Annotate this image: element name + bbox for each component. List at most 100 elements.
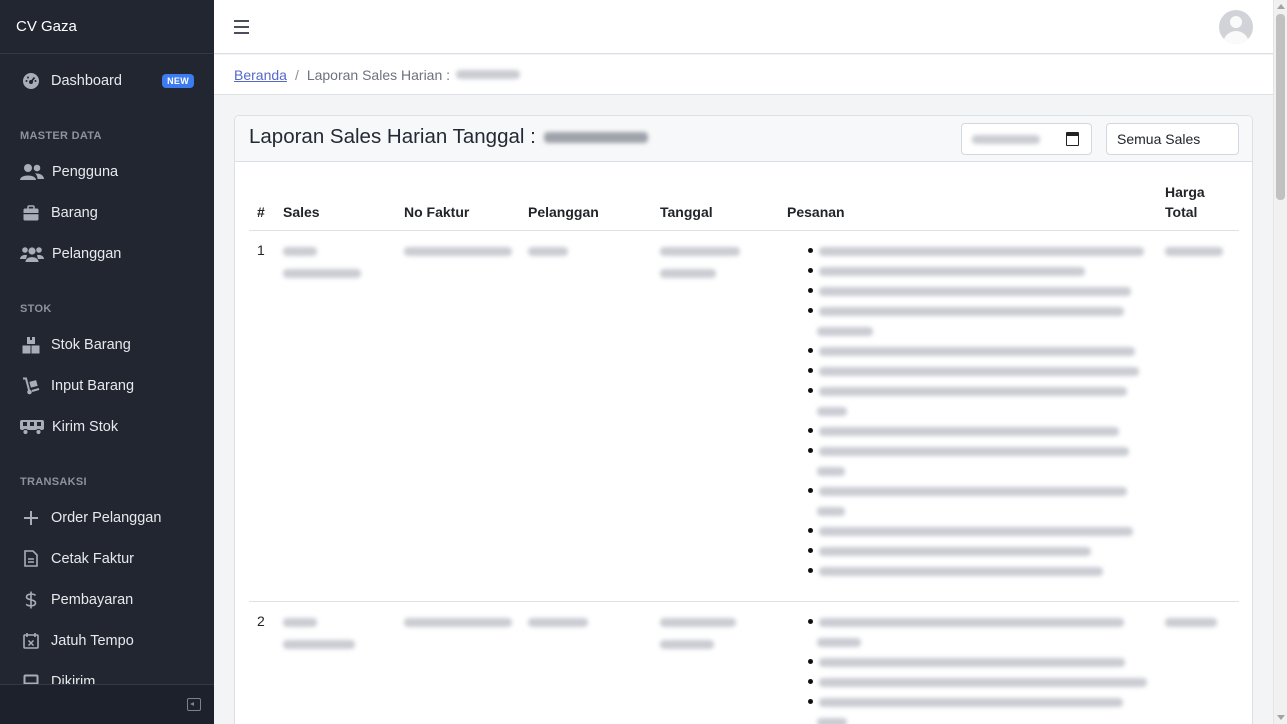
column-header-index: # [249, 178, 275, 231]
scroll-up-icon[interactable] [1277, 4, 1285, 9]
sidebar-item-order-pelanggan[interactable]: Order Pelanggan [0, 497, 214, 538]
redacted-text [819, 426, 1119, 436]
redacted-text [819, 677, 1147, 687]
sidebar-item-label: Barang [51, 204, 98, 221]
sidebar-item-jatuh-tempo[interactable]: Jatuh Tempo [0, 620, 214, 661]
breadcrumb: Beranda / Laporan Sales Harian : [214, 55, 1273, 95]
cell-sales [275, 602, 396, 724]
section-title-master-data: MASTER DATA [20, 130, 102, 142]
sidebar-item-label: Pembayaran [51, 591, 134, 608]
sidebar-item-dikirim[interactable]: Dikirim [0, 661, 214, 686]
sidebar-item-label: Dashboard [51, 72, 122, 89]
plus-icon [20, 507, 42, 529]
scroll-thumb[interactable] [1276, 14, 1285, 200]
column-header-no-faktur: No Faktur [396, 178, 520, 231]
breadcrumb-home-link[interactable]: Beranda [234, 67, 287, 83]
list-item [787, 611, 1149, 651]
table-row[interactable]: 1 [249, 230, 1239, 602]
menu-toggle-icon[interactable] [234, 20, 249, 34]
redacted-text [1165, 246, 1223, 256]
redacted-text [819, 566, 1103, 576]
redacted-text [660, 617, 736, 627]
cell-harga-total [1157, 602, 1239, 724]
sidebar-item-label: Cetak Faktur [51, 550, 134, 567]
sidebar-item-barang[interactable]: Barang [0, 192, 214, 233]
sidebar-item-stok-barang[interactable]: Stok Barang [0, 324, 214, 365]
redacted-text [819, 386, 1127, 396]
calendar-icon[interactable] [1066, 132, 1079, 146]
date-filter-input[interactable] [961, 123, 1092, 155]
sidebar-item-pelanggan[interactable]: Pelanggan [0, 233, 214, 274]
redacted-text [528, 246, 568, 256]
brand-name[interactable]: CV Gaza [0, 0, 214, 54]
list-item [787, 691, 1149, 724]
row-index: 1 [249, 230, 275, 602]
breadcrumb-current: Laporan Sales Harian : [306, 66, 451, 83]
sidebar-item-cetak-faktur[interactable]: Cetak Faktur [0, 538, 214, 579]
list-item [787, 671, 1149, 691]
new-badge: NEW [162, 73, 194, 88]
sidebar-item-pembayaran[interactable]: Pembayaran [0, 579, 214, 620]
users-icon [20, 161, 44, 183]
cell-tanggal [652, 230, 779, 602]
list-item [787, 651, 1149, 671]
redacted-text [283, 617, 317, 627]
redacted-text [817, 326, 873, 336]
sidebar-collapse-icon[interactable] [187, 698, 201, 711]
sidebar-item-label: Kirim Stok [52, 418, 119, 435]
column-header-pelanggan: Pelanggan [520, 178, 652, 231]
boxes-icon [20, 334, 42, 356]
cell-no-faktur [396, 602, 520, 724]
briefcase-icon [20, 202, 42, 224]
sidebar-item-label: Pelanggan [52, 245, 122, 262]
sales-report-table: # Sales No Faktur Pelanggan Tanggal Pesa… [249, 178, 1239, 724]
redacted-text [819, 657, 1125, 667]
redacted-text [819, 366, 1139, 376]
sidebar-item-kirim-stok[interactable]: Kirim Stok [0, 406, 214, 447]
column-header-pesanan: Pesanan [779, 178, 1157, 231]
list-item [787, 540, 1149, 560]
sidebar-item-dashboard[interactable]: Dashboard NEW [0, 60, 214, 101]
cell-pelanggan [520, 602, 652, 724]
card-header: Laporan Sales Harian Tanggal : Semua Sal… [235, 116, 1252, 162]
redacted-text [283, 639, 355, 649]
sidebar-item-label: Pengguna [52, 163, 119, 180]
redacted-date [456, 70, 521, 79]
page-title: Laporan Sales Harian Tanggal : [249, 125, 648, 149]
redacted-text [819, 266, 1085, 276]
report-card: Laporan Sales Harian Tanggal : Semua Sal… [234, 115, 1253, 724]
cell-sales [275, 230, 396, 602]
header-line: Harga [1165, 184, 1205, 200]
sales-filter-select[interactable]: Semua Sales [1106, 123, 1239, 155]
list-item [787, 560, 1149, 580]
top-header [214, 0, 1273, 54]
list-item [787, 300, 1149, 340]
list-item [787, 420, 1149, 440]
header-line: Total [1165, 204, 1198, 220]
cell-pesanan [779, 602, 1157, 724]
list-item [787, 240, 1149, 260]
scroll-down-icon[interactable] [1277, 715, 1285, 720]
redacted-text [817, 637, 861, 647]
list-item [787, 260, 1149, 280]
page-scrollbar[interactable] [1273, 0, 1287, 724]
order-item-list [787, 611, 1149, 724]
cell-pesanan [779, 230, 1157, 602]
list-item [787, 340, 1149, 360]
sidebar-item-label: Stok Barang [51, 336, 131, 353]
avatar[interactable] [1219, 10, 1253, 44]
order-item-list [787, 240, 1149, 580]
redacted-text [819, 486, 1127, 496]
section-title-stok: STOK [20, 303, 52, 315]
table-row[interactable]: 2 [249, 602, 1239, 724]
redacted-text [819, 246, 1144, 256]
list-item [787, 280, 1149, 300]
redacted-text [817, 466, 845, 476]
list-item [787, 380, 1149, 420]
list-item [787, 520, 1149, 540]
sidebar-item-pengguna[interactable]: Pengguna [0, 151, 214, 192]
list-item [787, 440, 1149, 480]
cell-no-faktur [396, 230, 520, 602]
sidebar-item-input-barang[interactable]: Input Barang [0, 365, 214, 406]
redacted-date [972, 135, 1040, 144]
